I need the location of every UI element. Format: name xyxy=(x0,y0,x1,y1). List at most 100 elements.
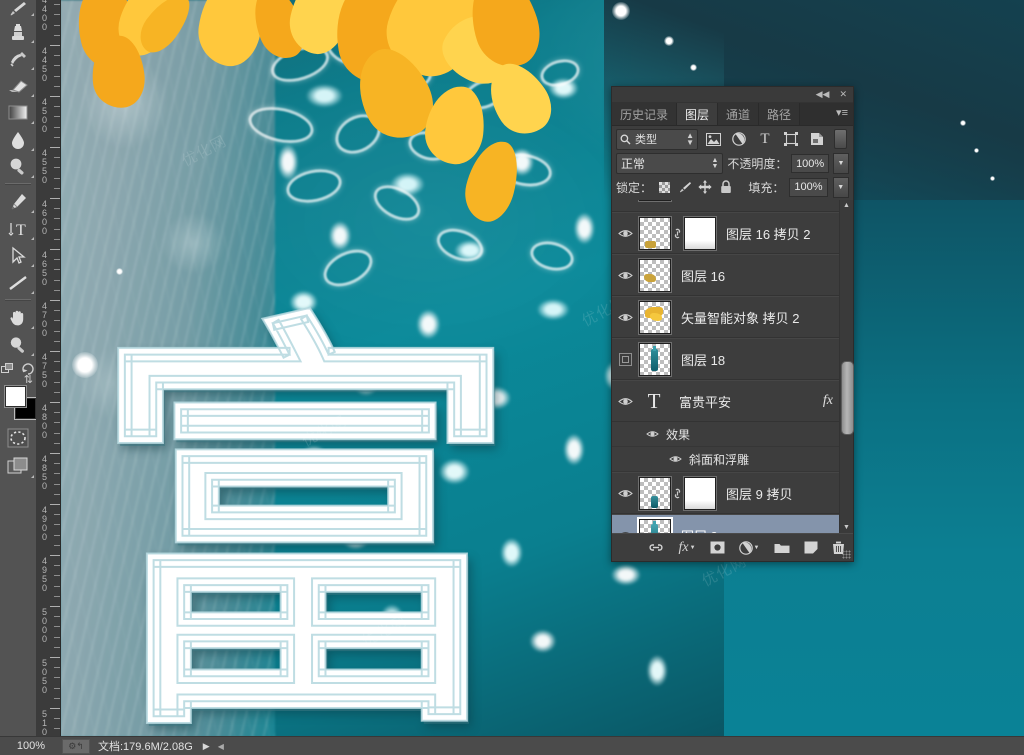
layer-name[interactable]: 图层 18 xyxy=(681,350,725,369)
line-tool[interactable] xyxy=(0,269,36,296)
pixel-filter-icon[interactable] xyxy=(702,129,724,149)
chevron-updown-icon[interactable]: ▲ ▼ xyxy=(711,157,718,170)
table-row[interactable]: 图层 18 xyxy=(612,338,853,380)
color-swatches[interactable]: ⇅ xyxy=(0,374,36,424)
vertical-ruler[interactable]: 4400445045004550460046504700475048004850… xyxy=(36,0,61,737)
fill-dropdown-icon[interactable]: ▼ xyxy=(832,176,849,198)
zoom-level[interactable]: 100% xyxy=(0,740,62,752)
layer-name[interactable]: 图层 16 xyxy=(681,266,725,285)
pen-tool[interactable] xyxy=(0,188,36,215)
status-expand-arrow[interactable]: ▶ xyxy=(203,741,210,752)
layer-name[interactable]: 图层 9 xyxy=(681,526,718,534)
shape-filter-icon[interactable] xyxy=(780,129,802,149)
lock-all-icon[interactable] xyxy=(718,179,733,196)
layer-thumbnail[interactable] xyxy=(639,258,671,292)
smart-object-filter-icon[interactable] xyxy=(806,129,828,149)
layer-effect-row[interactable]: 斜面和浮雕 xyxy=(612,447,853,472)
hand-tool[interactable] xyxy=(0,304,36,331)
layers-list[interactable]: 图层 16 拷贝 2 图层 16 矢量智能对象 拷贝 2 图层 18 T 富贵平… xyxy=(612,200,853,533)
close-panel-icon[interactable]: ✕ xyxy=(839,89,847,100)
clone-stamp-tool[interactable] xyxy=(0,18,36,45)
gradient-tool[interactable] xyxy=(0,99,36,126)
layer-name[interactable]: 矢量智能对象 拷贝 2 xyxy=(681,308,799,327)
layer-name[interactable]: 富贵平安 xyxy=(679,392,731,411)
link-layers-button[interactable] xyxy=(648,542,664,553)
opacity-dropdown-icon[interactable]: ▼ xyxy=(832,153,850,174)
tab-history[interactable]: 历史记录 xyxy=(612,103,678,125)
table-row[interactable]: 矢量智能对象 拷贝 2 xyxy=(612,296,853,338)
layer-visibility-toggle[interactable] xyxy=(612,515,639,533)
table-row[interactable]: 图层 9 xyxy=(612,514,853,533)
layer-effects-badge[interactable]: fx xyxy=(823,393,833,409)
screen-mode-button[interactable] xyxy=(0,452,36,480)
proof-colors-icon[interactable]: ⚙↰ xyxy=(62,738,90,754)
layer-name[interactable]: 图层 16 拷贝 2 xyxy=(726,224,811,243)
tab-channels[interactable]: 通道 xyxy=(718,103,760,125)
history-brush-tool[interactable] xyxy=(0,45,36,72)
blur-tool[interactable] xyxy=(0,126,36,153)
opacity-value[interactable]: 100% xyxy=(791,154,829,173)
layer-visibility-toggle[interactable] xyxy=(612,213,639,253)
add-mask-button[interactable] xyxy=(710,541,725,554)
filter-kind-select[interactable]: 类型 ▲ ▼ xyxy=(616,128,698,150)
adjustment-filter-icon[interactable] xyxy=(728,129,750,149)
scrollbar-track[interactable] xyxy=(841,211,854,522)
tab-paths[interactable]: 路径 xyxy=(759,103,801,125)
layer-visibility-toggle[interactable] xyxy=(612,255,639,295)
tab-layers[interactable]: 图层 xyxy=(677,103,719,125)
new-layer-button[interactable] xyxy=(804,541,818,554)
chevron-updown-icon[interactable]: ▲ ▼ xyxy=(686,132,694,147)
layers-scrollbar[interactable]: ▲ ▼ xyxy=(839,200,854,533)
collapse-panel-icon[interactable]: ◀◀ xyxy=(816,89,830,100)
blend-mode-select[interactable]: 正常 ▲ ▼ xyxy=(616,153,724,174)
eraser-tool[interactable] xyxy=(0,72,36,99)
brush-tool[interactable] xyxy=(0,0,36,18)
filter-toggle-switch[interactable] xyxy=(834,129,847,149)
mask-link-icon[interactable] xyxy=(671,227,684,240)
layer-visibility-toggle[interactable] xyxy=(612,473,639,513)
effect-visibility-toggle[interactable] xyxy=(662,454,689,464)
fill-value[interactable]: 100% xyxy=(789,177,828,197)
panel-resize-grip[interactable] xyxy=(842,550,851,559)
panel-menu-icon[interactable]: ▾≡ xyxy=(836,107,848,119)
scroll-up-icon[interactable]: ▲ xyxy=(843,200,850,211)
lock-image-pixels-icon[interactable] xyxy=(677,179,692,196)
quick-mask-button[interactable] xyxy=(0,424,36,452)
layer-effect-group-row[interactable]: 效果 xyxy=(612,422,853,447)
layer-visibility-toggle[interactable] xyxy=(612,339,639,379)
effect-visibility-toggle[interactable] xyxy=(639,429,666,439)
lock-position-icon[interactable] xyxy=(698,179,713,196)
layer-thumbnail[interactable] xyxy=(639,342,671,376)
foreground-color-swatch[interactable] xyxy=(5,386,26,407)
type-filter-icon[interactable]: T xyxy=(754,129,776,149)
layer-thumbnail[interactable] xyxy=(639,300,671,334)
type-tool[interactable]: T xyxy=(0,215,36,242)
layer-visibility-toggle[interactable] xyxy=(612,381,639,421)
layer-thumbnail[interactable] xyxy=(639,518,671,533)
layer-thumbnail[interactable] xyxy=(639,476,671,510)
new-group-button[interactable] xyxy=(774,542,790,554)
adjustment-layer-button[interactable]: ▼ xyxy=(738,540,760,555)
dodge-tool[interactable] xyxy=(0,153,36,180)
layer-thumbnail[interactable] xyxy=(639,200,671,201)
table-row[interactable]: T 富贵平安 fx xyxy=(612,380,853,422)
lock-transparent-pixels-icon[interactable] xyxy=(657,179,672,196)
layer-visibility-toggle[interactable] xyxy=(612,200,639,211)
layer-visibility-toggle[interactable] xyxy=(612,297,639,337)
mask-link-icon[interactable] xyxy=(671,487,684,500)
layer-style-button[interactable]: fx ▼ xyxy=(678,540,695,556)
layer-thumbnail[interactable] xyxy=(639,216,671,250)
table-row[interactable]: 图层 9 拷贝 xyxy=(612,472,853,514)
table-row[interactable]: 图层 16 xyxy=(612,254,853,296)
scrollbar-thumb[interactable] xyxy=(841,361,854,435)
scroll-down-icon[interactable]: ▼ xyxy=(843,522,850,533)
path-selection-tool[interactable] xyxy=(0,242,36,269)
status-left-arrow[interactable]: ◀ xyxy=(218,742,224,751)
layer-name[interactable]: 图层 9 拷贝 xyxy=(726,484,792,503)
canvas-area[interactable]: 富 优化网 优化网 优化网 优化网 优化网 xyxy=(60,0,1024,737)
table-row[interactable] xyxy=(612,200,853,212)
layer-mask-thumbnail[interactable] xyxy=(684,216,716,250)
table-row[interactable]: 图层 16 拷贝 2 xyxy=(612,212,853,254)
zoom-tool[interactable] xyxy=(0,331,36,358)
layer-mask-thumbnail[interactable] xyxy=(684,476,716,510)
